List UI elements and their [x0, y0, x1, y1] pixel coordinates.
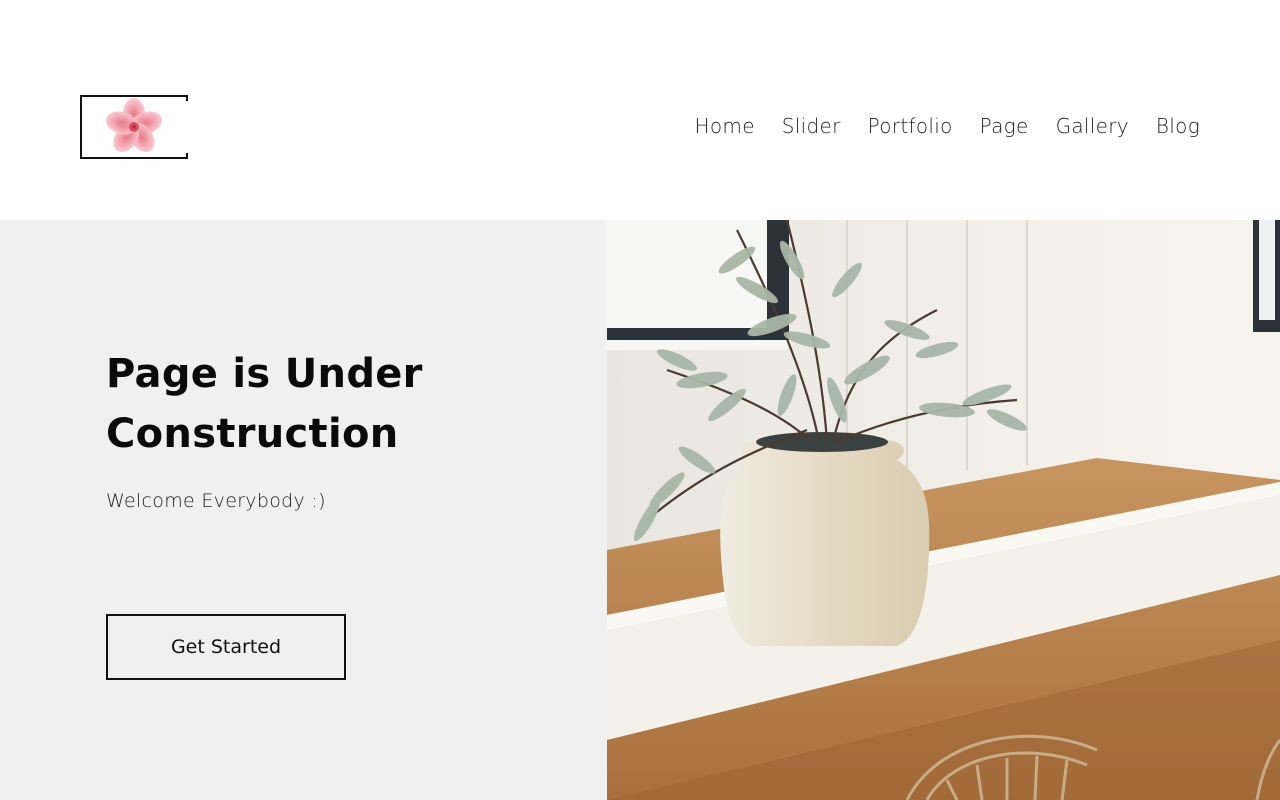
nav-item-home[interactable]: Home — [695, 112, 755, 140]
nav-item-portfolio[interactable]: Portfolio — [868, 112, 953, 140]
nav-item-slider[interactable]: Slider — [782, 112, 841, 140]
main-nav: Home Slider Portfolio Page Gallery Blog — [668, 112, 1200, 140]
pink-flower-icon — [106, 98, 162, 152]
nav-item-page[interactable]: Page — [980, 112, 1029, 140]
site-logo[interactable] — [80, 95, 188, 159]
nav-item-gallery[interactable]: Gallery — [1056, 112, 1129, 140]
vase-with-eucalyptus-on-table-photo — [607, 220, 1280, 800]
hero-subtitle: Welcome Everybody :) — [106, 490, 326, 512]
page-title-line-1: Page is Under — [106, 351, 423, 397]
nav-item-blog[interactable]: Blog — [1156, 112, 1200, 140]
hero-text-panel: Page is Under Construction Welcome Every… — [0, 220, 607, 800]
get-started-button[interactable]: Get Started — [106, 614, 346, 680]
site-header: Home Slider Portfolio Page Gallery Blog — [0, 0, 1280, 220]
hero-image — [607, 220, 1280, 800]
page-title-line-2: Construction — [106, 411, 399, 457]
page-title: Page is Under Construction — [106, 344, 576, 464]
